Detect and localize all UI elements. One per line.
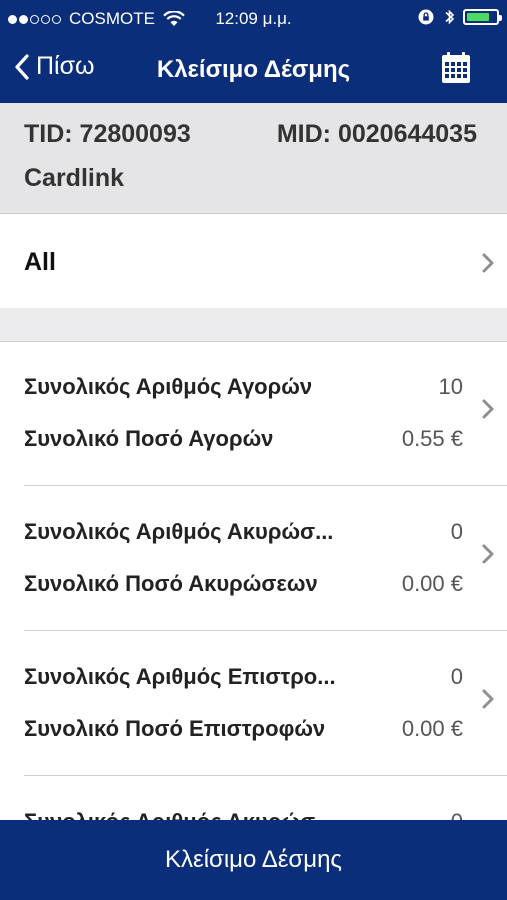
chevron-right-icon	[482, 253, 494, 273]
battery-tip	[499, 15, 502, 21]
merchant-id: MID: 0020644035	[276, 120, 477, 148]
divider	[24, 485, 507, 486]
calendar-button[interactable]	[441, 52, 471, 89]
navigation-bar: Πίσω Κλείσιμο Δέσμης	[0, 36, 507, 103]
purchases-count-label: Συνολικός Αριθμός Αγορών	[24, 374, 313, 399]
filter-row-all[interactable]: All	[0, 214, 507, 308]
returns-amount-value: 0.00 €	[401, 716, 463, 741]
filter-label: All	[24, 248, 56, 276]
purchases-amount-label: Συνολικό Ποσό Αγορών	[24, 426, 274, 451]
page-title: Κλείσιμο Δέσμης	[156, 56, 351, 83]
chevron-right-icon	[482, 544, 494, 564]
summary-item-purchases[interactable]: Συνολικός Αριθμός Αγορών 10 Συνολικό Ποσ…	[0, 342, 507, 487]
summary-item-cancellations[interactable]: Συνολικός Αριθμός Ακυρώσ... 0 Συνολικό Π…	[0, 487, 507, 632]
partial-count-value: 0	[451, 809, 463, 820]
provider-name: Cardlink	[24, 164, 125, 192]
returns-count-value: 0	[450, 664, 463, 689]
cancellations-count-value: 0	[450, 519, 463, 544]
top-bar: COSMOTE 12:09 μ.μ. Πίσω Κλείσιμο Δέσμης	[0, 0, 507, 103]
battery-level	[467, 13, 489, 21]
battery-icon	[463, 9, 502, 25]
chevron-right-icon	[482, 399, 494, 419]
terminal-id: TID: 72800093	[24, 120, 191, 148]
summary-list: Συνολικός Αριθμός Αγορών 10 Συνολικό Ποσ…	[0, 342, 507, 820]
bluetooth-icon	[445, 9, 455, 25]
returns-amount-label: Συνολικό Ποσό Επιστροφών	[24, 716, 326, 741]
terminal-info: TID: 72800093 MID: 0020644035 Cardlink	[0, 103, 507, 213]
chevron-right-icon	[482, 689, 494, 709]
section-gap	[0, 308, 507, 342]
summary-item-partial[interactable]: Συνολικός Αριθμός Ακυρώσ... 0	[0, 777, 507, 820]
cancellations-amount-label: Συνολικό Ποσό Ακυρώσεων	[24, 571, 318, 596]
cancellations-amount-value: 0.00 €	[401, 571, 463, 596]
close-batch-button[interactable]: Κλείσιμο Δέσμης	[0, 820, 507, 900]
purchases-amount-value: 0.55 €	[401, 426, 463, 451]
cancellations-count-label: Συνολικός Αριθμός Ακυρώσ...	[24, 519, 334, 544]
returns-count-label: Συνολικός Αριθμός Επιστρο...	[24, 664, 336, 689]
orientation-lock-icon	[418, 9, 434, 25]
purchases-count-value: 10	[438, 374, 463, 399]
divider	[24, 775, 507, 776]
partial-count-label: Συνολικός Αριθμός Ακυρώσ...	[24, 809, 333, 820]
calendar-icon	[442, 52, 470, 83]
status-bar: COSMOTE 12:09 μ.μ.	[0, 0, 507, 36]
status-right	[417, 8, 502, 26]
divider	[24, 630, 507, 631]
summary-item-returns[interactable]: Συνολικός Αριθμός Επιστρο... 0 Συνολικό …	[0, 632, 507, 777]
